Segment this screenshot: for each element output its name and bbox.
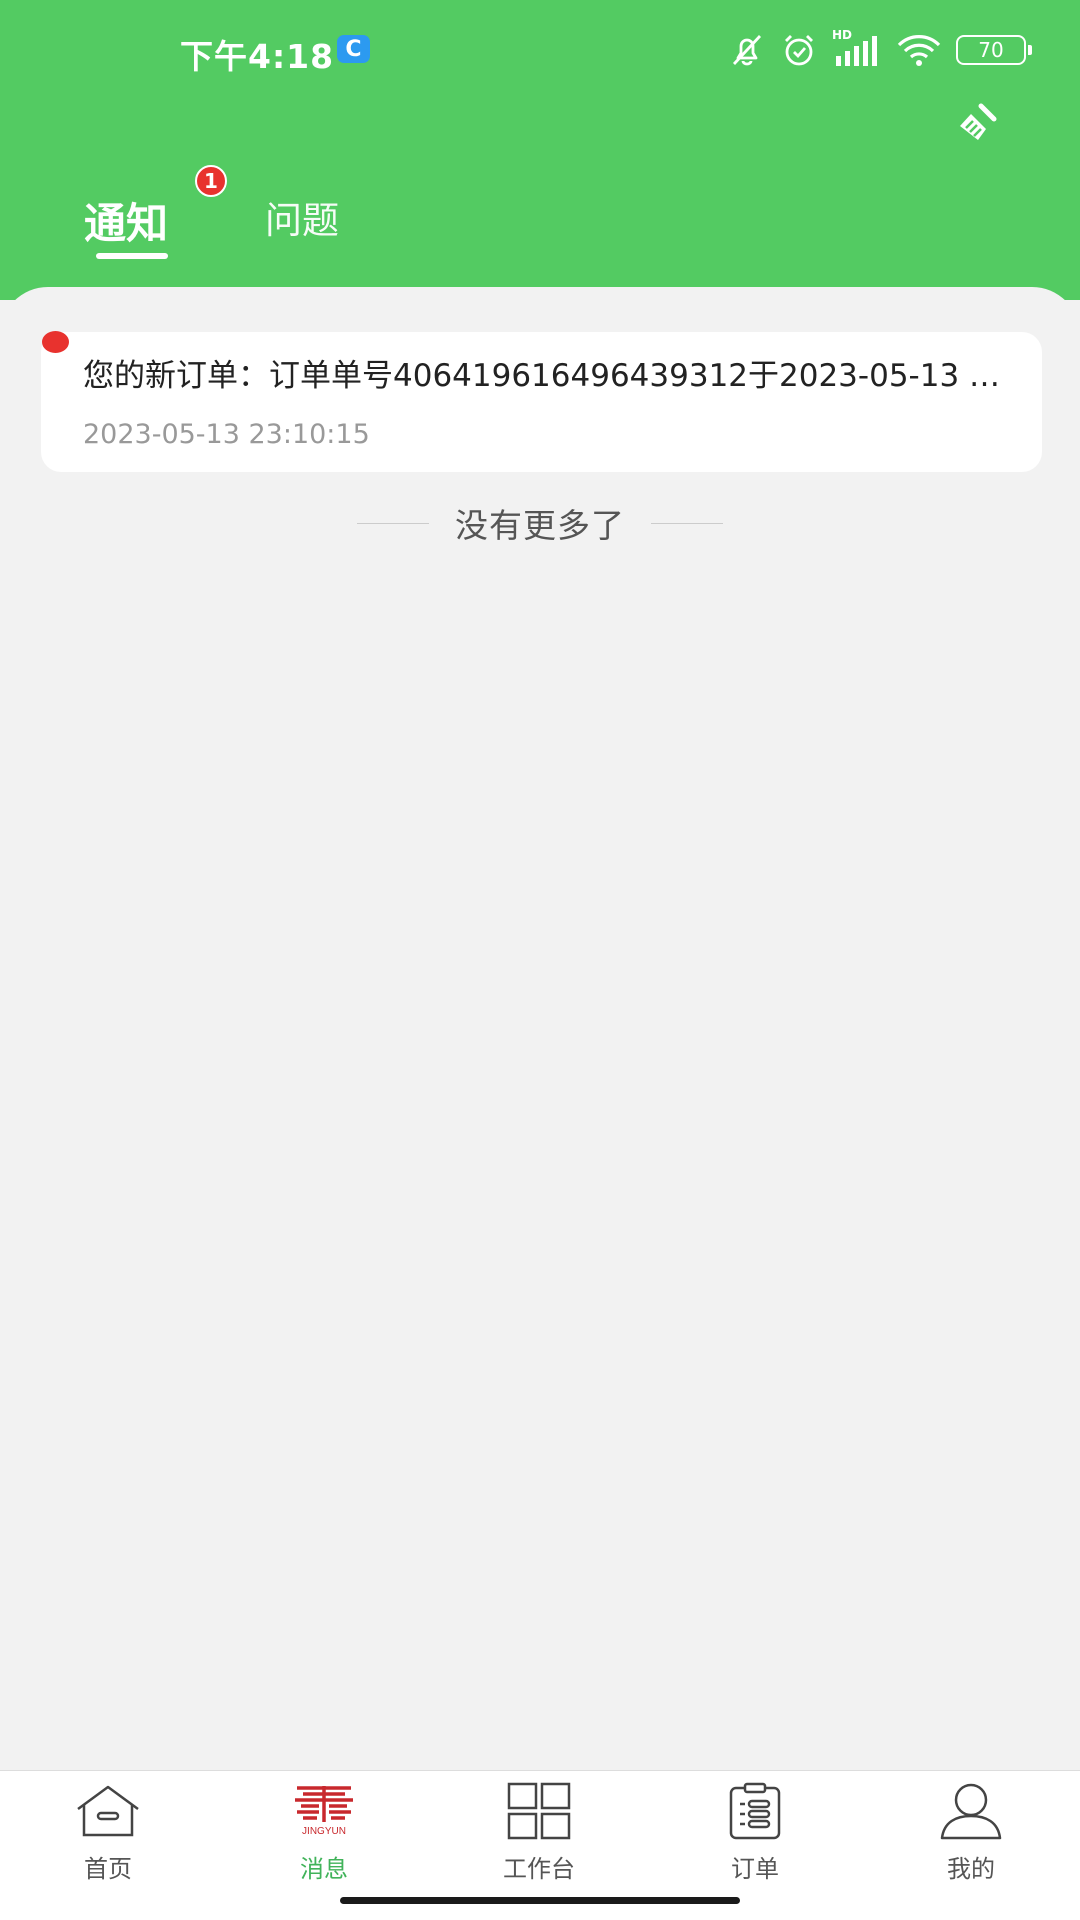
broom-clear-icon[interactable]	[954, 100, 1000, 146]
notification-title: 您的新订单：订单单号406419616496439312于2023-05-13 …	[83, 358, 1013, 394]
app-notification-icon: C	[337, 35, 370, 63]
mute-bell-icon	[732, 35, 762, 66]
unread-dot	[42, 331, 69, 353]
list-end-text: 没有更多了	[455, 506, 625, 545]
home-icon	[77, 1785, 139, 1837]
nav-label-profile: 我的	[947, 1855, 995, 1883]
header: 下午4:18 C HD 70 通知 1 问题	[0, 0, 1080, 300]
nav-item-orders[interactable]: 订单	[680, 1781, 830, 1891]
user-icon	[940, 1783, 1002, 1840]
notification-time: 2023-05-13 23:10:15	[83, 419, 370, 450]
tab-active-indicator	[96, 253, 168, 259]
nav-label-home: 首页	[84, 1855, 132, 1883]
nav-label-workbench: 工作台	[503, 1855, 575, 1883]
svg-text:JINGYUN: JINGYUN	[302, 1826, 346, 1837]
battery-icon: 70	[956, 35, 1032, 65]
status-icons: HD 70	[728, 28, 1032, 70]
divider	[357, 522, 429, 524]
nav-item-messages[interactable]: JINGYUN 消息	[249, 1781, 399, 1891]
clipboard-icon	[729, 1782, 781, 1840]
jingyun-logo-icon: JINGYUN	[295, 1786, 353, 1837]
divider	[651, 522, 723, 524]
grid-icon	[507, 1782, 571, 1840]
alarm-icon	[785, 35, 813, 66]
nav-label-orders: 订单	[731, 1855, 779, 1883]
tab-notice[interactable]: 通知	[84, 190, 168, 251]
signal-icon: HD	[832, 28, 882, 68]
nav-item-profile[interactable]: 我的	[896, 1781, 1046, 1891]
nav-item-home[interactable]: 首页	[33, 1781, 183, 1891]
notification-list: 您的新订单：订单单号406419616496439312于2023-05-13 …	[0, 287, 1080, 1770]
nav-label-messages: 消息	[300, 1855, 348, 1883]
status-time: 下午4:18	[180, 37, 335, 76]
tab-notice-badge: 1	[195, 165, 227, 197]
nav-item-workbench[interactable]: 工作台	[464, 1781, 614, 1891]
tab-issue[interactable]: 问题	[265, 190, 339, 244]
notification-card[interactable]: 您的新订单：订单单号406419616496439312于2023-05-13 …	[41, 332, 1042, 472]
wifi-icon	[897, 35, 941, 66]
list-end: 没有更多了	[0, 499, 1080, 547]
home-indicator[interactable]	[340, 1897, 740, 1904]
